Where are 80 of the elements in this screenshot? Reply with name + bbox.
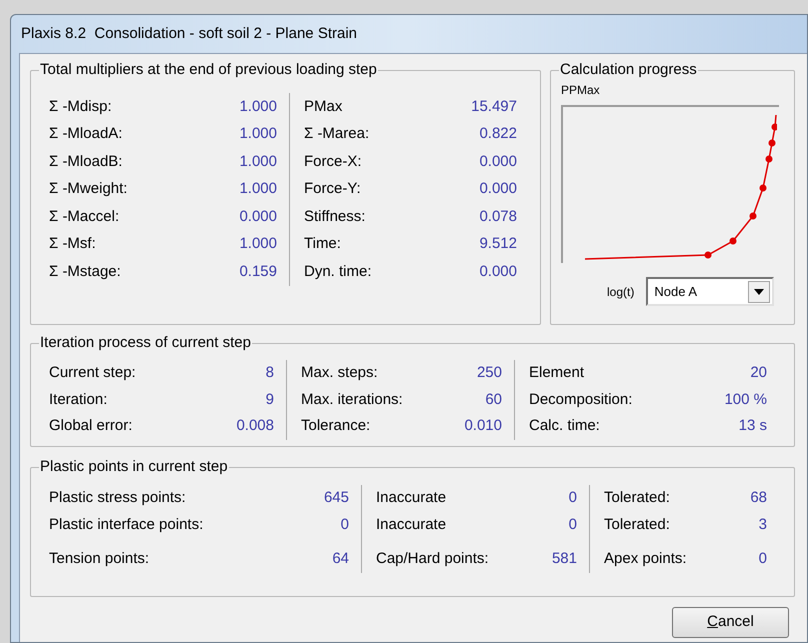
data-point xyxy=(704,252,712,258)
field-value: 0 xyxy=(340,514,349,534)
field-label: Current step: xyxy=(49,363,136,383)
field-value: 9.512 xyxy=(479,234,517,254)
field-value: 250 xyxy=(476,363,502,383)
field-label: Σ -Mweight: xyxy=(49,179,128,199)
window-title: Plaxis 8.2 Consolidation - soft soil 2 - Plane Strain xyxy=(20,24,358,44)
field-value: 13 s xyxy=(738,416,767,436)
field-label: Apex points: xyxy=(604,549,687,569)
field-value: 9 xyxy=(266,390,274,410)
field-label: Iteration: xyxy=(49,390,108,410)
field-value: 0.159 xyxy=(239,262,277,282)
data-point xyxy=(730,238,736,244)
field-label: Tolerated: xyxy=(604,488,670,508)
field-value: 3 xyxy=(758,514,767,534)
field-value: 0.000 xyxy=(479,179,517,199)
field-value: 0.008 xyxy=(236,416,274,436)
field-value: 68 xyxy=(750,488,767,508)
field-value: 0.822 xyxy=(479,124,517,144)
data-point xyxy=(760,184,766,192)
field-value: 1.000 xyxy=(239,179,277,199)
field-value: 64 xyxy=(332,549,349,569)
field-label: Σ -MloadB: xyxy=(49,152,122,172)
field-label: Σ -MloadA: xyxy=(49,124,122,144)
field-value: 581 xyxy=(552,549,577,569)
field-label: Inaccurate xyxy=(376,488,446,508)
field-value: 1.000 xyxy=(239,124,277,144)
field-label: Time: xyxy=(304,234,341,254)
axis-label: PPMax xyxy=(561,82,600,99)
group-title: Iteration process of current step xyxy=(39,334,252,352)
data-point xyxy=(772,124,777,130)
field-label: Element xyxy=(529,363,584,383)
field-label: Σ -Msf: xyxy=(49,234,96,254)
field-value: 0.000 xyxy=(479,262,517,282)
field-value: 1.000 xyxy=(239,96,277,116)
node-dropdown[interactable]: Node A xyxy=(646,277,774,306)
field-label: Stiffness: xyxy=(304,206,366,226)
field-value: 1.000 xyxy=(239,152,277,172)
field-label: Tolerance: xyxy=(301,416,370,436)
group-title: Total multipliers at the end of previous loading step xyxy=(39,61,378,79)
field-value: 60 xyxy=(485,390,502,410)
data-point xyxy=(768,140,776,146)
field-value: 0.000 xyxy=(479,152,517,172)
axis-label: log(t) xyxy=(607,284,634,300)
field-value: 0 xyxy=(568,488,577,508)
field-value: 15.497 xyxy=(471,96,517,116)
field-label: PMax xyxy=(304,96,342,116)
field-value: 1.000 xyxy=(239,234,277,254)
field-value: 645 xyxy=(324,488,349,508)
field-label: Force-Y: xyxy=(304,179,361,199)
field-label: Global error: xyxy=(49,416,132,436)
field-label: Decomposition: xyxy=(529,390,632,410)
field-label: Max. iterations: xyxy=(301,390,403,410)
field-label: Σ -Mdisp: xyxy=(49,96,112,116)
field-value: 0.000 xyxy=(239,206,277,226)
field-label: Max. steps: xyxy=(301,363,378,383)
field-label: Tolerated: xyxy=(604,514,670,534)
field-label: Σ -Maccel: xyxy=(49,206,120,226)
field-label: Force-X: xyxy=(304,152,362,172)
field-value: 20 xyxy=(750,363,767,383)
field-label: Cap/Hard points: xyxy=(376,549,489,569)
field-value: 0 xyxy=(758,549,767,569)
data-point xyxy=(750,212,756,220)
group-title: Calculation progress xyxy=(559,61,698,79)
field-value: 0.010 xyxy=(464,416,502,436)
field-label: Plastic stress points: xyxy=(49,488,186,508)
cancel-button[interactable]: Cancel xyxy=(672,607,789,638)
field-label: Inaccurate xyxy=(376,514,446,534)
field-label: Tension points: xyxy=(49,549,150,569)
data-point xyxy=(766,156,772,162)
field-value: 8 xyxy=(266,363,274,383)
field-value: 100 % xyxy=(724,390,767,410)
field-label: Σ -Mstage: xyxy=(49,262,121,282)
field-label: Dyn. time: xyxy=(304,262,372,282)
field-value: 0 xyxy=(568,514,577,534)
field-value: 0.078 xyxy=(479,206,517,226)
field-label: Plastic interface points: xyxy=(49,514,204,534)
field-label: Calc. time: xyxy=(529,416,600,436)
group-title: Plastic points in current step xyxy=(39,458,229,476)
field-label: Σ -Marea: xyxy=(304,124,370,144)
